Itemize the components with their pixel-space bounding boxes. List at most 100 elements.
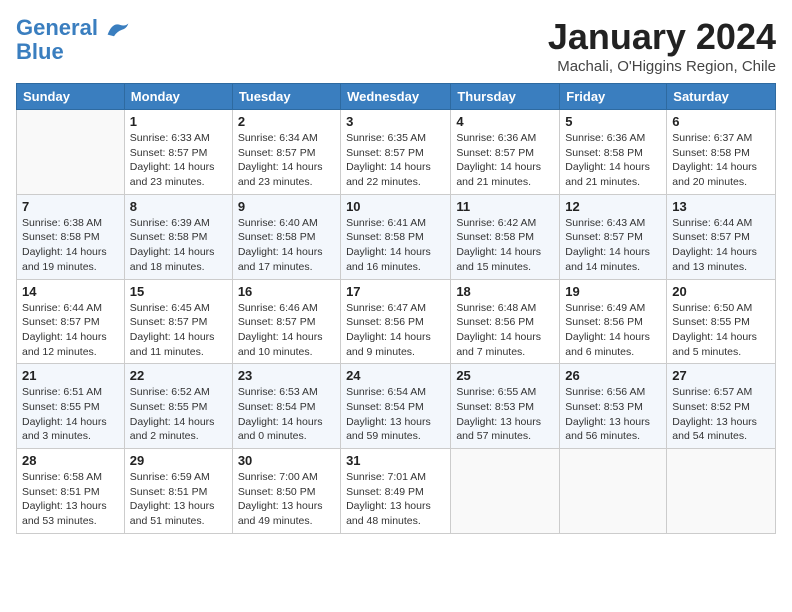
day-info: Sunrise: 7:00 AMSunset: 8:50 PMDaylight:… [238,470,335,529]
calendar-week-row: 21 Sunrise: 6:51 AMSunset: 8:55 PMDayligh… [17,364,776,449]
day-info: Sunrise: 6:54 AMSunset: 8:54 PMDaylight:… [346,385,445,444]
calendar-cell: 16 Sunrise: 6:46 AMSunset: 8:57 PMDayligh… [232,279,340,364]
weekday-header-tuesday: Tuesday [232,84,340,110]
day-info: Sunrise: 6:56 AMSunset: 8:53 PMDaylight:… [565,385,661,444]
calendar-cell: 18Sunrise: 6:48 AMSunset: 8:56 PMDayligh… [451,279,560,364]
day-info: Sunrise: 6:45 AMSunset: 8:57 PMDaylight:… [130,301,227,360]
calendar-cell: 5 Sunrise: 6:36 AMSunset: 8:58 PMDaylight… [560,110,667,195]
calendar-cell: 2 Sunrise: 6:34 AMSunset: 8:57 PMDaylight… [232,110,340,195]
calendar-week-row: 1 Sunrise: 6:33 AMSunset: 8:57 PMDaylight… [17,110,776,195]
page-header: General Blue January 2024 Machali, O'Hig… [16,16,776,75]
title-block: January 2024 Machali, O'Higgins Region, … [548,16,776,75]
day-info: Sunrise: 6:42 AMSunset: 8:58 PMDaylight:… [456,216,554,275]
weekday-header-row: SundayMondayTuesdayWednesdayThursdayFrid… [17,84,776,110]
calendar-week-row: 14Sunrise: 6:44 AMSunset: 8:57 PMDayligh… [17,279,776,364]
calendar-cell: 3Sunrise: 6:35 AMSunset: 8:57 PMDaylight… [341,110,451,195]
calendar-cell [560,449,667,534]
calendar-week-row: 28Sunrise: 6:58 AMSunset: 8:51 PMDayligh… [17,449,776,534]
calendar-cell: 7 Sunrise: 6:38 AMSunset: 8:58 PMDaylight… [17,194,125,279]
calendar-cell: 27 Sunrise: 6:57 AMSunset: 8:52 PMDayligh… [667,364,776,449]
calendar-cell: 29 Sunrise: 6:59 AMSunset: 8:51 PMDayligh… [124,449,232,534]
day-number: 2 [238,114,335,129]
day-info: Sunrise: 6:59 AMSunset: 8:51 PMDaylight:… [130,470,227,529]
calendar-cell: 24 Sunrise: 6:54 AMSunset: 8:54 PMDayligh… [341,364,451,449]
day-number: 9 [238,199,335,214]
day-info: Sunrise: 6:52 AMSunset: 8:55 PMDaylight:… [130,385,227,444]
day-number: 16 [238,284,335,299]
day-info: Sunrise: 7:01 AMSunset: 8:49 PMDaylight:… [346,470,445,529]
day-number: 6 [672,114,770,129]
calendar-cell: 31 Sunrise: 7:01 AMSunset: 8:49 PMDayligh… [341,449,451,534]
day-number: 13 [672,199,770,214]
day-info: Sunrise: 6:55 AMSunset: 8:53 PMDaylight:… [456,385,554,444]
day-number: 7 [22,199,119,214]
day-number: 23 [238,368,335,383]
calendar-cell: 20 Sunrise: 6:50 AMSunset: 8:55 PMDayligh… [667,279,776,364]
day-info: Sunrise: 6:53 AMSunset: 8:54 PMDaylight:… [238,385,335,444]
day-info: Sunrise: 6:57 AMSunset: 8:52 PMDaylight:… [672,385,770,444]
calendar-subtitle: Machali, O'Higgins Region, Chile [548,58,776,75]
day-info: Sunrise: 6:47 AMSunset: 8:56 PMDaylight:… [346,301,445,360]
logo-blue-text: Blue [16,40,130,64]
day-number: 5 [565,114,661,129]
day-number: 24 [346,368,445,383]
calendar-cell: 8 Sunrise: 6:39 AMSunset: 8:58 PMDaylight… [124,194,232,279]
day-number: 22 [130,368,227,383]
day-number: 14 [22,284,119,299]
day-info: Sunrise: 6:33 AMSunset: 8:57 PMDaylight:… [130,131,227,190]
calendar-cell [451,449,560,534]
calendar-cell [667,449,776,534]
day-number: 10 [346,199,445,214]
calendar-week-row: 7 Sunrise: 6:38 AMSunset: 8:58 PMDaylight… [17,194,776,279]
day-number: 17 [346,284,445,299]
calendar-cell: 28Sunrise: 6:58 AMSunset: 8:51 PMDayligh… [17,449,125,534]
day-info: Sunrise: 6:35 AMSunset: 8:57 PMDaylight:… [346,131,445,190]
day-info: Sunrise: 6:41 AMSunset: 8:58 PMDaylight:… [346,216,445,275]
calendar-cell: 9 Sunrise: 6:40 AMSunset: 8:58 PMDaylight… [232,194,340,279]
calendar-cell [17,110,125,195]
day-info: Sunrise: 6:58 AMSunset: 8:51 PMDaylight:… [22,470,119,529]
calendar-cell: 26 Sunrise: 6:56 AMSunset: 8:53 PMDayligh… [560,364,667,449]
day-info: Sunrise: 6:44 AMSunset: 8:57 PMDaylight:… [672,216,770,275]
day-info: Sunrise: 6:37 AMSunset: 8:58 PMDaylight:… [672,131,770,190]
day-info: Sunrise: 6:43 AMSunset: 8:57 PMDaylight:… [565,216,661,275]
day-info: Sunrise: 6:46 AMSunset: 8:57 PMDaylight:… [238,301,335,360]
day-number: 21 [22,368,119,383]
calendar-cell: 23 Sunrise: 6:53 AMSunset: 8:54 PMDayligh… [232,364,340,449]
weekday-header-monday: Monday [124,84,232,110]
day-info: Sunrise: 6:40 AMSunset: 8:58 PMDaylight:… [238,216,335,275]
calendar-cell: 14Sunrise: 6:44 AMSunset: 8:57 PMDayligh… [17,279,125,364]
day-number: 27 [672,368,770,383]
day-number: 30 [238,453,335,468]
calendar-cell: 21 Sunrise: 6:51 AMSunset: 8:55 PMDayligh… [17,364,125,449]
day-info: Sunrise: 6:38 AMSunset: 8:58 PMDaylight:… [22,216,119,275]
day-info: Sunrise: 6:34 AMSunset: 8:57 PMDaylight:… [238,131,335,190]
weekday-header-sunday: Sunday [17,84,125,110]
calendar-cell: 15 Sunrise: 6:45 AMSunset: 8:57 PMDayligh… [124,279,232,364]
day-number: 26 [565,368,661,383]
calendar-cell: 19 Sunrise: 6:49 AMSunset: 8:56 PMDayligh… [560,279,667,364]
logo: General Blue [16,16,130,64]
day-number: 1 [130,114,227,129]
calendar-cell: 13 Sunrise: 6:44 AMSunset: 8:57 PMDayligh… [667,194,776,279]
day-number: 29 [130,453,227,468]
day-number: 15 [130,284,227,299]
day-info: Sunrise: 6:36 AMSunset: 8:57 PMDaylight:… [456,131,554,190]
calendar-cell: 1 Sunrise: 6:33 AMSunset: 8:57 PMDaylight… [124,110,232,195]
weekday-header-friday: Friday [560,84,667,110]
calendar-cell: 11Sunrise: 6:42 AMSunset: 8:58 PMDayligh… [451,194,560,279]
calendar-cell: 30 Sunrise: 7:00 AMSunset: 8:50 PMDayligh… [232,449,340,534]
day-info: Sunrise: 6:51 AMSunset: 8:55 PMDaylight:… [22,385,119,444]
calendar-cell: 17 Sunrise: 6:47 AMSunset: 8:56 PMDayligh… [341,279,451,364]
day-number: 19 [565,284,661,299]
day-info: Sunrise: 6:36 AMSunset: 8:58 PMDaylight:… [565,131,661,190]
calendar-cell: 22 Sunrise: 6:52 AMSunset: 8:55 PMDayligh… [124,364,232,449]
calendar-table: SundayMondayTuesdayWednesdayThursdayFrid… [16,83,776,534]
day-number: 20 [672,284,770,299]
calendar-cell: 4Sunrise: 6:36 AMSunset: 8:57 PMDaylight… [451,110,560,195]
day-info: Sunrise: 6:39 AMSunset: 8:58 PMDaylight:… [130,216,227,275]
day-info: Sunrise: 6:49 AMSunset: 8:56 PMDaylight:… [565,301,661,360]
day-number: 8 [130,199,227,214]
day-info: Sunrise: 6:50 AMSunset: 8:55 PMDaylight:… [672,301,770,360]
day-number: 31 [346,453,445,468]
